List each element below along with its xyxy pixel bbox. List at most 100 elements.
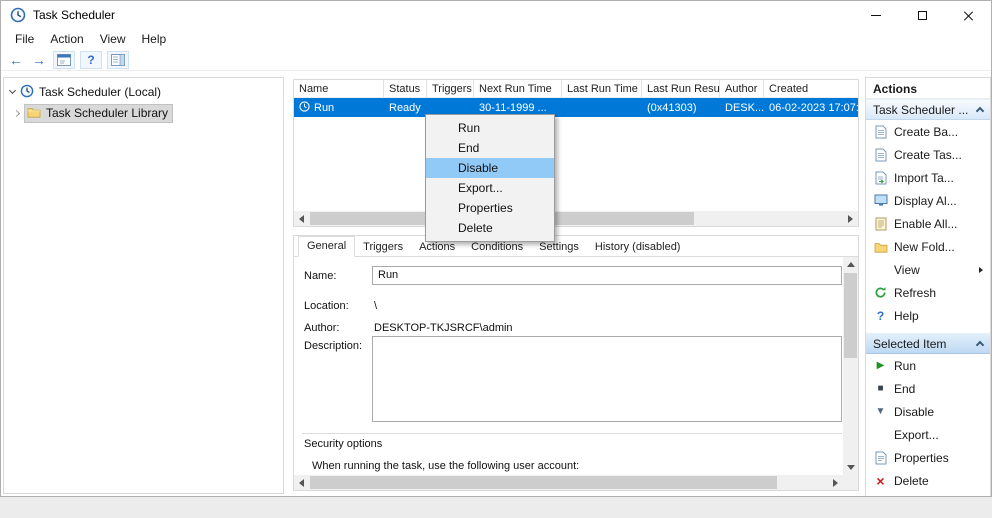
cell-status: Ready — [384, 102, 427, 114]
menu-view[interactable]: View — [92, 30, 134, 48]
tab-triggers[interactable]: Triggers — [355, 238, 411, 257]
menubar: File Action View Help — [1, 29, 991, 49]
scrollbar-track[interactable] — [309, 475, 828, 490]
collapse-chevron-icon[interactable] — [976, 341, 984, 349]
menu-file[interactable]: File — [7, 30, 42, 48]
menu-help[interactable]: Help — [134, 30, 175, 48]
action-disable[interactable]: ▼ Disable — [866, 400, 990, 423]
window-title: Task Scheduler — [33, 8, 115, 22]
expanded-arrow-icon[interactable] — [9, 87, 16, 94]
action-import-task[interactable]: Import Ta... — [866, 166, 990, 189]
column-header-last-run-time[interactable]: Last Run Time — [562, 80, 642, 97]
action-properties[interactable]: Properties — [866, 446, 990, 469]
action-help-selected[interactable]: ? Help — [866, 492, 990, 497]
desktop-background-strip — [0, 497, 992, 518]
action-label: Properties — [894, 451, 949, 465]
task-context-menu: Run End Disable Export... Properties Del… — [425, 114, 555, 242]
description-field[interactable] — [372, 336, 842, 422]
tree-item-task-scheduler-library[interactable]: Task Scheduler Library — [4, 103, 283, 123]
tree-item-task-scheduler-local[interactable]: Task Scheduler (Local) — [4, 82, 283, 102]
action-refresh[interactable]: Refresh — [866, 281, 990, 304]
console-window-button[interactable] — [53, 51, 75, 69]
tab-history[interactable]: History (disabled) — [587, 238, 689, 257]
document-icon — [873, 124, 888, 139]
minimize-button[interactable] — [853, 1, 899, 29]
action-delete[interactable]: × Delete — [866, 469, 990, 492]
tab-general[interactable]: General — [298, 236, 355, 257]
action-label: View — [894, 263, 920, 277]
scrollbar-thumb[interactable] — [310, 476, 777, 489]
console-window-icon — [57, 54, 71, 66]
action-create-task[interactable]: Create Tas... — [866, 143, 990, 166]
scroll-left-button[interactable] — [294, 475, 309, 490]
column-header-last-run-result[interactable]: Last Run Result — [642, 80, 720, 97]
help-icon: ? — [873, 308, 888, 323]
menu-item-export[interactable]: Export... — [426, 178, 554, 198]
task-scheduler-window: Task Scheduler File Action View Help ← →… — [0, 0, 992, 497]
action-new-folder[interactable]: New Fold... — [866, 235, 990, 258]
action-enable-all-tasks-history[interactable]: Enable All... — [866, 212, 990, 235]
action-label: Export... — [894, 428, 939, 442]
details-horizontal-scrollbar[interactable] — [294, 475, 843, 490]
column-header-created[interactable]: Created — [764, 80, 858, 97]
group-header-task-scheduler[interactable]: Task Scheduler ... — [866, 99, 990, 120]
table-row[interactable]: Run Ready 30-11-1999 ... (0x41303) DESK.… — [294, 98, 858, 117]
action-help[interactable]: ? Help — [866, 304, 990, 327]
column-header-next-run-time[interactable]: Next Run Time — [474, 80, 562, 97]
menu-item-properties[interactable]: Properties — [426, 198, 554, 218]
scroll-right-button[interactable] — [828, 475, 843, 490]
collapse-chevron-icon[interactable] — [976, 107, 984, 115]
group-header-selected-item[interactable]: Selected Item — [866, 333, 990, 354]
details-vertical-scrollbar[interactable] — [843, 257, 858, 475]
scroll-left-icon — [299, 479, 304, 487]
author-value: DESKTOP-TKJSRCF\admin — [374, 322, 513, 334]
disable-icon: ▼ — [873, 404, 888, 419]
action-label: Disable — [894, 405, 934, 419]
scroll-left-button[interactable] — [294, 211, 309, 226]
scrollbar-track[interactable] — [843, 272, 858, 460]
group-title: Selected Item — [873, 337, 946, 351]
scrollbar-track[interactable] — [309, 211, 843, 226]
history-log-icon — [873, 216, 888, 231]
action-label: Import Ta... — [894, 171, 954, 185]
show-hide-action-pane-button[interactable] — [107, 51, 129, 69]
menu-item-end[interactable]: End — [426, 138, 554, 158]
action-export[interactable]: Export... — [866, 423, 990, 446]
action-label: Help — [894, 309, 919, 323]
column-header-triggers[interactable]: Triggers — [427, 80, 474, 97]
action-end[interactable]: ■ End — [866, 377, 990, 400]
group-title: Task Scheduler ... — [873, 103, 968, 117]
actions-pane-title: Actions — [866, 78, 990, 99]
name-field[interactable]: Run — [372, 266, 842, 285]
menu-item-delete[interactable]: Delete — [426, 218, 554, 238]
scroll-down-icon — [847, 465, 855, 470]
action-label: Display Al... — [894, 194, 957, 208]
back-icon[interactable]: ← — [7, 52, 25, 68]
scroll-right-button[interactable] — [843, 211, 858, 226]
column-header-author[interactable]: Author — [720, 80, 764, 97]
forward-icon[interactable]: → — [30, 52, 48, 68]
help-button[interactable]: ? — [80, 51, 102, 69]
security-options-title: Security options — [304, 438, 382, 450]
end-icon: ■ — [873, 381, 888, 396]
delete-icon: × — [873, 473, 888, 488]
action-create-basic-task[interactable]: Create Ba... — [866, 120, 990, 143]
scrollbar-thumb[interactable] — [844, 273, 857, 358]
menu-item-run[interactable]: Run — [426, 118, 554, 138]
action-label: Refresh — [894, 286, 936, 300]
maximize-button[interactable] — [899, 1, 945, 29]
action-view[interactable]: View — [866, 258, 990, 281]
scroll-up-button[interactable] — [843, 257, 858, 272]
minimize-icon — [871, 15, 881, 16]
action-run[interactable]: ▶ Run — [866, 354, 990, 377]
menu-action[interactable]: Action — [42, 30, 91, 48]
column-header-status[interactable]: Status — [384, 80, 427, 97]
collapsed-arrow-icon[interactable] — [13, 109, 20, 116]
menu-item-disable[interactable]: Disable — [426, 158, 554, 178]
close-button[interactable] — [945, 1, 991, 29]
task-list-horizontal-scrollbar[interactable] — [294, 211, 858, 226]
task-details-pane: General Triggers Actions Conditions Sett… — [293, 235, 859, 491]
scroll-down-button[interactable] — [843, 460, 858, 475]
column-header-name[interactable]: Name — [294, 80, 384, 97]
action-display-all-running-tasks[interactable]: Display Al... — [866, 189, 990, 212]
